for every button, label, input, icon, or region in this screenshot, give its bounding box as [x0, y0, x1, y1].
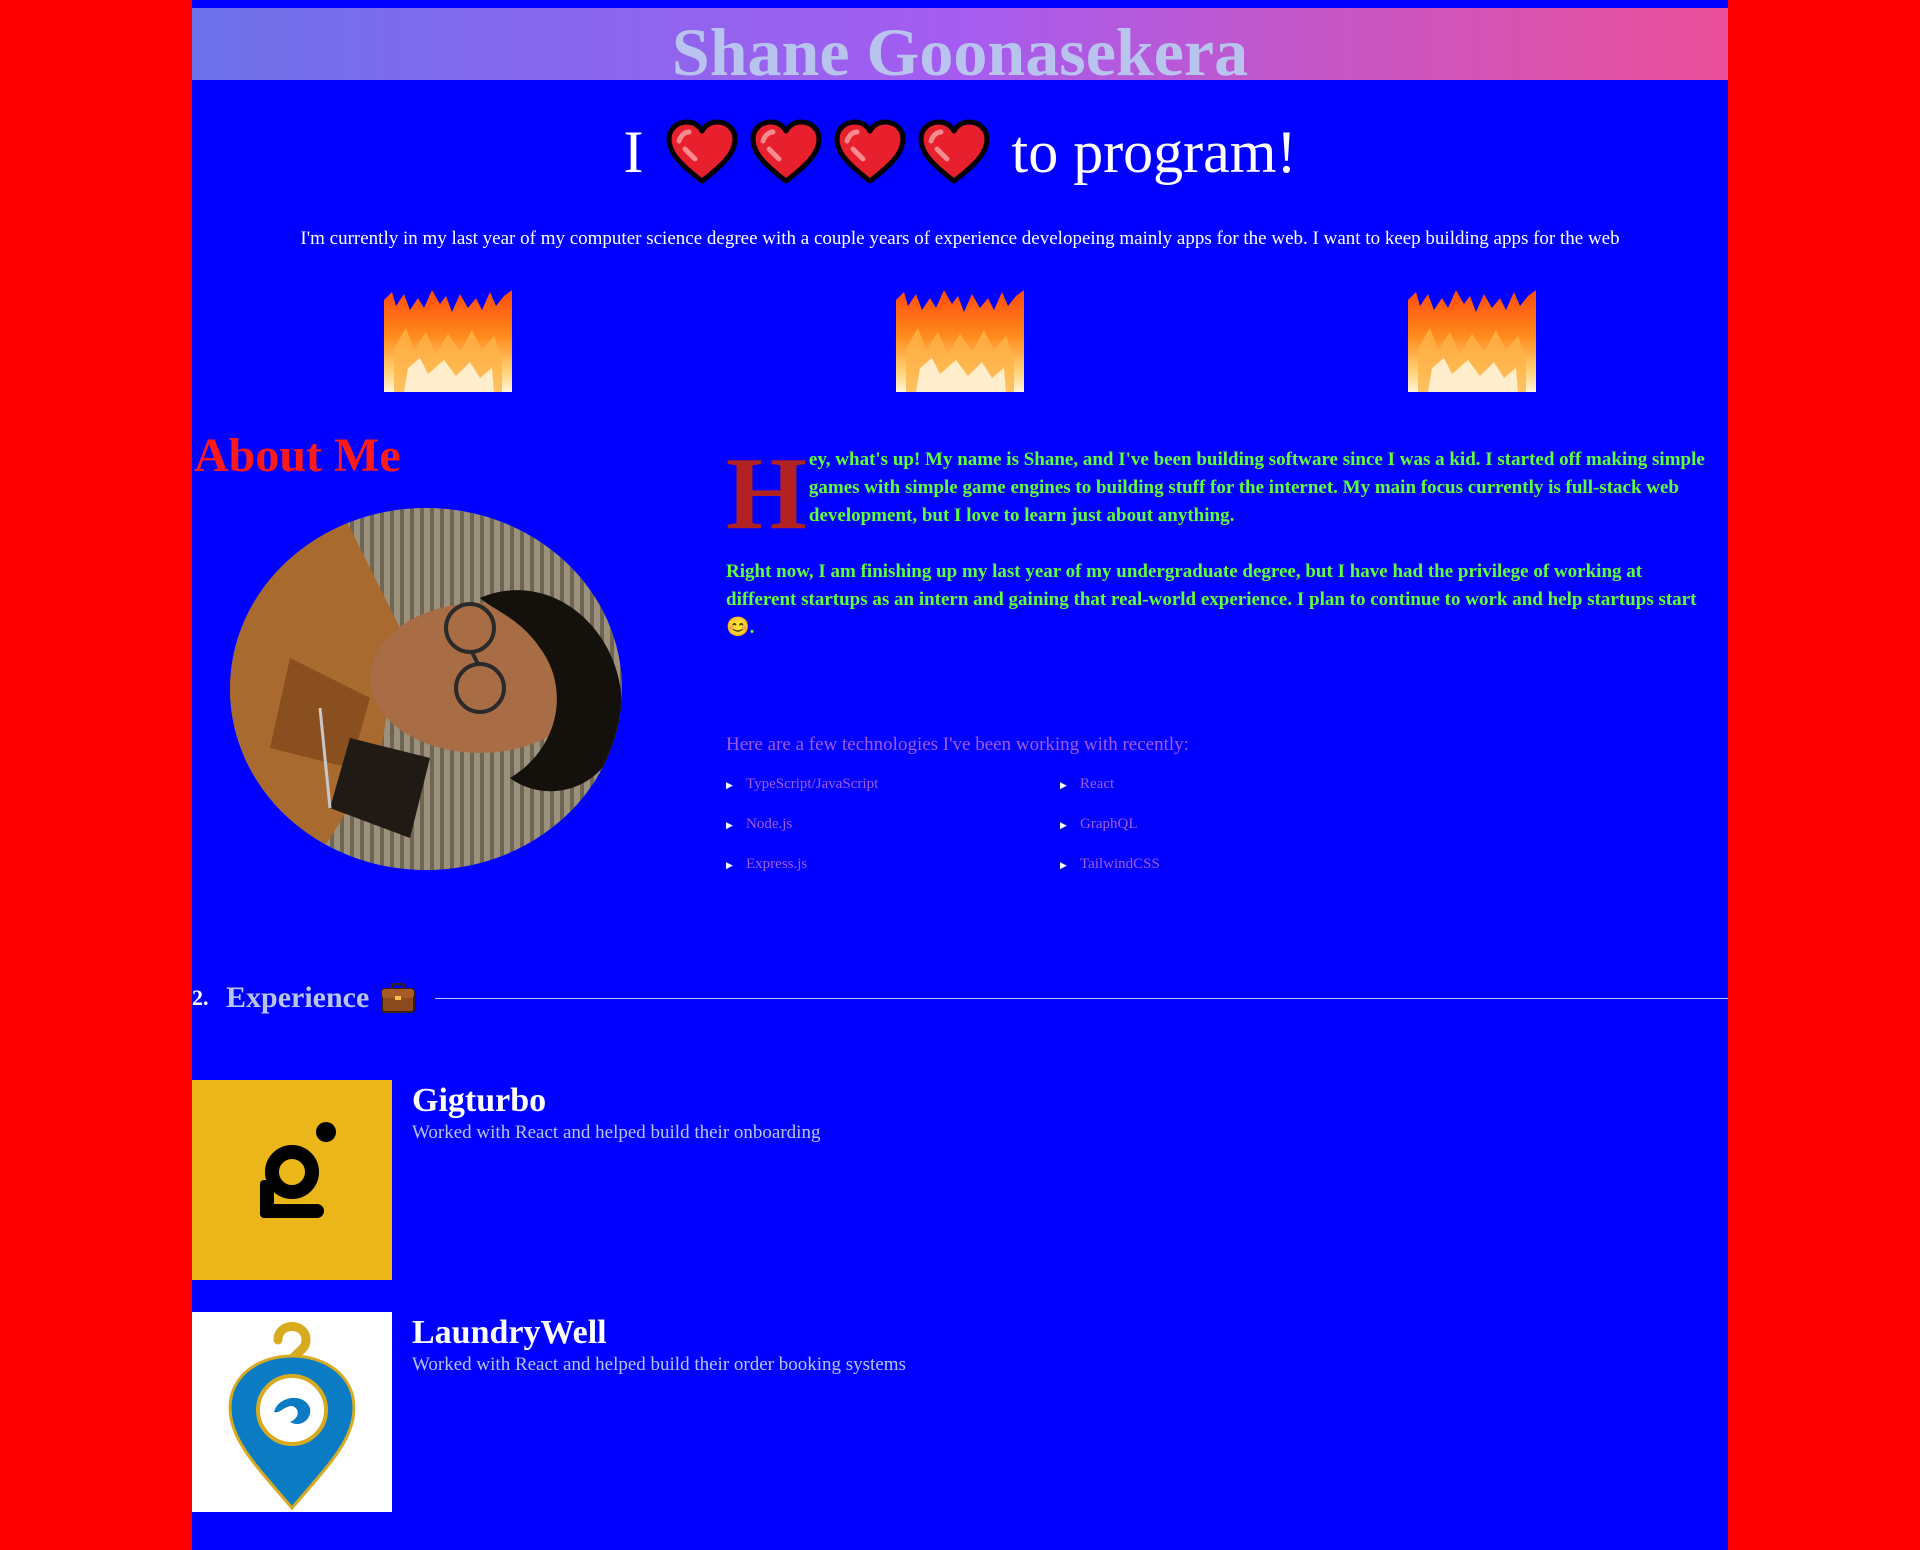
- list-item: ▶ TypeScript/JavaScript: [726, 776, 1060, 816]
- job-name: LaundryWell: [412, 1314, 607, 1351]
- heart-icon: [666, 119, 738, 184]
- bio-paragraph-2-text: Right now, I am finishing up my last yea…: [726, 561, 1697, 610]
- section-divider: [435, 997, 1728, 999]
- list-item: ▶ React: [1060, 776, 1326, 816]
- tech-label: Node.js: [746, 816, 793, 832]
- hero-heading: I to program!: [192, 112, 1728, 192]
- fire-icon: [1408, 290, 1536, 392]
- job-description: Worked with React and helped build their…: [412, 1122, 821, 1143]
- profile-photo: [230, 508, 622, 870]
- about-heading: About Me: [194, 429, 401, 482]
- tech-label: GraphQL: [1080, 816, 1138, 832]
- fire-icon: [896, 290, 1024, 392]
- triangle-bullet-icon: ▶: [726, 780, 733, 790]
- job-description: Worked with React and helped build their…: [412, 1354, 906, 1375]
- tech-label: TailwindCSS: [1080, 856, 1160, 872]
- header-banner: Shane Goonasekera: [192, 8, 1728, 90]
- triangle-bullet-icon: ▶: [1060, 820, 1067, 830]
- list-item: ▶ GraphQL: [1060, 816, 1326, 856]
- bio-dropcap: H: [726, 436, 807, 551]
- smile-emoji: 😊: [726, 617, 750, 638]
- bio-paragraph-1: Hey, what's up! My name is Shane, and I'…: [726, 442, 1706, 546]
- experience-header: 2. Experience: [192, 978, 1728, 1018]
- gigturbo-logo: [192, 1080, 392, 1280]
- job-laundrywell: LaundryWell Worked with React and helped…: [192, 1312, 1728, 1512]
- avatar: [230, 508, 622, 870]
- bio-paragraph-1-text: ey, what's up! My name is Shane, and I'v…: [808, 449, 1705, 526]
- triangle-bullet-icon: ▶: [1060, 860, 1067, 870]
- job-name: Gigturbo: [412, 1082, 547, 1119]
- fire-icon: [384, 290, 512, 392]
- tech-intro: Here are a few technologies I've been wo…: [726, 734, 1189, 755]
- tech-label: Express.js: [746, 856, 808, 872]
- tech-list: ▶ TypeScript/JavaScript ▶ React ▶ Node.js ▶…: [726, 776, 1326, 896]
- tech-label: TypeScript/JavaScript: [746, 776, 879, 792]
- triangle-bullet-icon: ▶: [726, 820, 733, 830]
- triangle-bullet-icon: ▶: [726, 860, 733, 870]
- section-number: 2.: [192, 985, 209, 1010]
- list-item: ▶ Node.js: [726, 816, 1060, 856]
- briefcase-icon: [381, 983, 416, 1013]
- list-item: ▶ TailwindCSS: [1060, 856, 1326, 896]
- bio-paragraph-2: Right now, I am finishing up my last yea…: [726, 558, 1706, 642]
- tech-label: React: [1080, 776, 1115, 792]
- experience-title: Experience: [226, 981, 370, 1014]
- bio: Hey, what's up! My name is Shane, and I'…: [726, 442, 1706, 642]
- laundrywell-logo: [192, 1312, 392, 1512]
- heart-icon: [834, 119, 906, 184]
- bio-paragraph-2-end: .: [749, 617, 755, 638]
- job-gigturbo: Gigturbo Worked with React and helped bu…: [192, 1080, 1728, 1280]
- site-title: Shane Goonasekera: [671, 14, 1249, 90]
- heart-icon: [918, 119, 990, 184]
- hero-word-i: I: [623, 119, 644, 185]
- page-container: Shane Goonasekera I to program! I'm curr…: [192, 0, 1728, 1550]
- hero-word-rest: to program!: [1011, 119, 1297, 185]
- heart-icon: [750, 119, 822, 184]
- triangle-bullet-icon: ▶: [1060, 780, 1067, 790]
- intro-text: I'm currently in my last year of my comp…: [300, 228, 1620, 249]
- list-item: ▶ Express.js: [726, 856, 1060, 896]
